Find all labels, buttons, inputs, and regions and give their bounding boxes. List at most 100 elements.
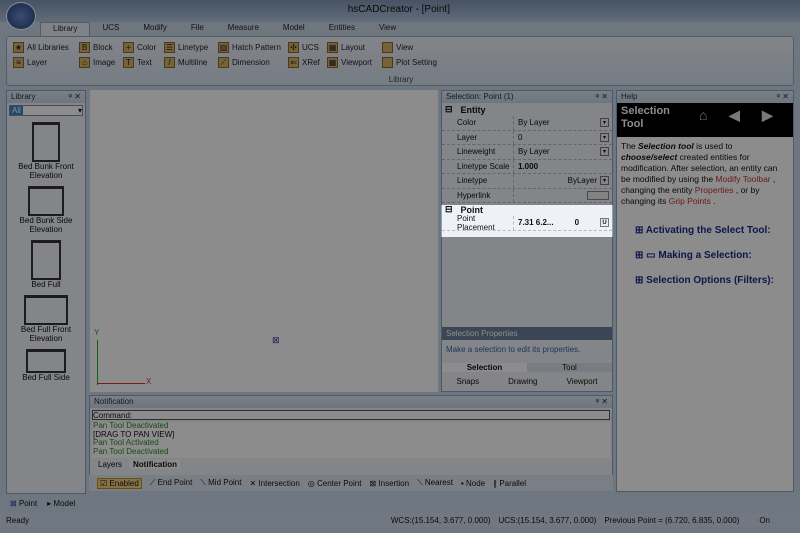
forward-icon[interactable]: ▶ (762, 108, 773, 122)
viewport-button[interactable]: ▦ Viewport (327, 57, 372, 68)
property-row[interactable]: Color By Layer ▾ (442, 116, 612, 131)
dropdown-icon[interactable]: ▾ (600, 147, 609, 157)
all-libraries-button[interactable]: ★ All Libraries (13, 42, 69, 53)
library-item[interactable]: Bed Bunk Side Elevation (7, 186, 85, 234)
notification-tabs: Layers Notification (90, 460, 612, 469)
tab-selection[interactable]: Selection (442, 363, 527, 372)
tab-modify[interactable]: Modify (131, 22, 179, 36)
help-section-link[interactable]: ⊞ ▭ Making a Selection: (635, 250, 793, 261)
drawing-canvas[interactable]: Y X ⊠ (90, 90, 438, 392)
library-item[interactable]: Bed Bunk Front Elevation (7, 122, 85, 180)
entity-category[interactable]: ⊟ Entity (442, 103, 612, 116)
snap-enabled-toggle[interactable]: ☑ Enabled (97, 477, 142, 489)
tab-model[interactable]: ▸ Model (47, 499, 75, 508)
hatch-pattern-button[interactable]: ▨ Hatch Pattern (218, 42, 281, 53)
point-placement-value[interactable]: 7.31 6.2... (518, 218, 554, 227)
back-icon[interactable]: ◀ (729, 108, 740, 122)
label: Multiline (178, 58, 208, 67)
tab-viewport[interactable]: Viewport (566, 377, 597, 386)
notification-log[interactable]: Pan Tool Deactivated [DRAG TO PAN VIEW] … (92, 421, 610, 458)
snap-insertion[interactable]: ⊠ Insertion (369, 479, 409, 488)
snap-end-point[interactable]: ⟋ End Point (150, 478, 193, 488)
modify-toolbar-link[interactable]: Modify Toolbar (716, 174, 771, 184)
properties-link[interactable]: Properties (695, 185, 734, 195)
collapse-icon[interactable]: ⊟ (445, 204, 453, 215)
pin-close-icons[interactable]: ᵠ ✕ (777, 92, 789, 102)
help-section-link[interactable]: ⊞ Activating the Select Tool: (635, 225, 793, 236)
property-value: By Layer (518, 147, 550, 157)
home-icon[interactable]: ⌂ (699, 108, 707, 122)
ucs-button[interactable]: ✣ UCS (288, 42, 319, 53)
multiline-button[interactable]: / Multiline (164, 57, 207, 68)
snap-mid-point[interactable]: ⟍ Mid Point (200, 478, 241, 488)
property-key: Point Placement (442, 214, 514, 232)
pin-close-icons[interactable]: ᵠ ✕ (69, 92, 81, 102)
layout-button[interactable]: ▦ Layout (327, 42, 365, 53)
tab-entities[interactable]: Entities (317, 22, 367, 36)
tab-ucs[interactable]: UCS (90, 22, 131, 36)
log-line: [DRAG TO PAN VIEW] (93, 429, 175, 439)
command-input[interactable]: Command: (92, 410, 610, 420)
property-row[interactable]: Lineweight By Layer ▾ (442, 145, 612, 160)
library-item[interactable]: Bed Full Front Elevation (7, 295, 85, 343)
tab-tool[interactable]: Tool (527, 363, 612, 372)
property-value: 0 (518, 132, 523, 142)
collapse-icon[interactable]: ⊟ (445, 104, 453, 115)
property-row[interactable]: Hyperlink (442, 188, 612, 203)
plot-setting-button[interactable]: Plot Setting (382, 57, 437, 68)
dimension-icon: ⟋ (218, 57, 229, 68)
snap-parallel[interactable]: ∥ Parallel (493, 479, 526, 488)
snap-node[interactable]: ▪ Node (461, 479, 485, 488)
tab-file[interactable]: File (179, 22, 216, 36)
grip-points-link[interactable]: Grip Points (669, 196, 711, 206)
app-menu-button[interactable] (6, 2, 36, 30)
dropdown-icon[interactable]: ▾ (600, 118, 609, 128)
color-button[interactable]: + Color (123, 42, 156, 53)
dropdown-icon[interactable]: ▾ (600, 132, 609, 142)
property-row[interactable]: Linetype Scale 1.000 (442, 159, 612, 174)
dropdown-icon[interactable]: ▾ (600, 176, 609, 186)
label: XRef (302, 58, 320, 67)
snap-center-point[interactable]: ◎ Center Point (308, 479, 362, 488)
property-row[interactable]: Point Placement 7.31 6.2... 0 U (442, 214, 612, 232)
image-button[interactable]: ⌂ Image (79, 57, 115, 68)
tab-layers[interactable]: Layers (98, 460, 122, 469)
xref-button[interactable]: ⇐ XRef (288, 57, 320, 68)
library-item[interactable]: Bed Full (7, 240, 85, 289)
library-item[interactable]: Bed Full Side (7, 349, 85, 382)
text-button[interactable]: T Text (123, 57, 152, 68)
pin-close-icons[interactable]: ᵠ ✕ (596, 397, 608, 407)
block-button[interactable]: B Block (79, 42, 113, 53)
label: Plot Setting (396, 58, 437, 67)
layer-button[interactable]: ≡ Layer (13, 57, 47, 68)
tab-snaps[interactable]: Snaps (456, 377, 479, 386)
point-z-value: 0 (574, 218, 580, 228)
snap-nearest[interactable]: ⟍ Nearest (417, 478, 453, 488)
point-placement-button[interactable]: U (599, 218, 609, 228)
tab-point[interactable]: ⊠ Point (10, 499, 37, 508)
library-filter-select[interactable]: All ▾ (9, 105, 83, 116)
property-value: 1.000 (518, 161, 539, 171)
hyperlink-button[interactable] (587, 190, 609, 200)
linetype-button[interactable]: ☰ Linetype (164, 42, 208, 53)
property-row[interactable]: Linetype ByLayer ▾ (442, 174, 612, 189)
view-button[interactable]: View (382, 42, 413, 53)
property-row[interactable]: Layer 0 ▾ (442, 130, 612, 145)
tab-measure[interactable]: Measure (216, 22, 271, 36)
color-icon: + (123, 42, 134, 53)
plot-icon (382, 57, 393, 68)
layout-icon: ▦ (327, 42, 338, 53)
help-section-link[interactable]: ⊞ Selection Options (Filters): (635, 275, 793, 286)
tab-model[interactable]: Model (271, 22, 317, 36)
dimension-button[interactable]: ⟋ Dimension (218, 57, 270, 68)
property-key: Linetype Scale (442, 159, 514, 173)
tab-drawing[interactable]: Drawing (508, 377, 537, 386)
point-marker[interactable]: ⊠ (272, 335, 280, 346)
tab-view[interactable]: View (367, 22, 408, 36)
bed-thumbnail (28, 186, 64, 216)
status-mode[interactable]: On (759, 516, 770, 525)
tab-notification[interactable]: Notification (130, 460, 181, 469)
pin-close-icons[interactable]: ᵠ ✕ (596, 92, 608, 102)
snap-intersection[interactable]: ✕ Intersection (249, 479, 299, 488)
tab-library[interactable]: Library (40, 22, 91, 36)
